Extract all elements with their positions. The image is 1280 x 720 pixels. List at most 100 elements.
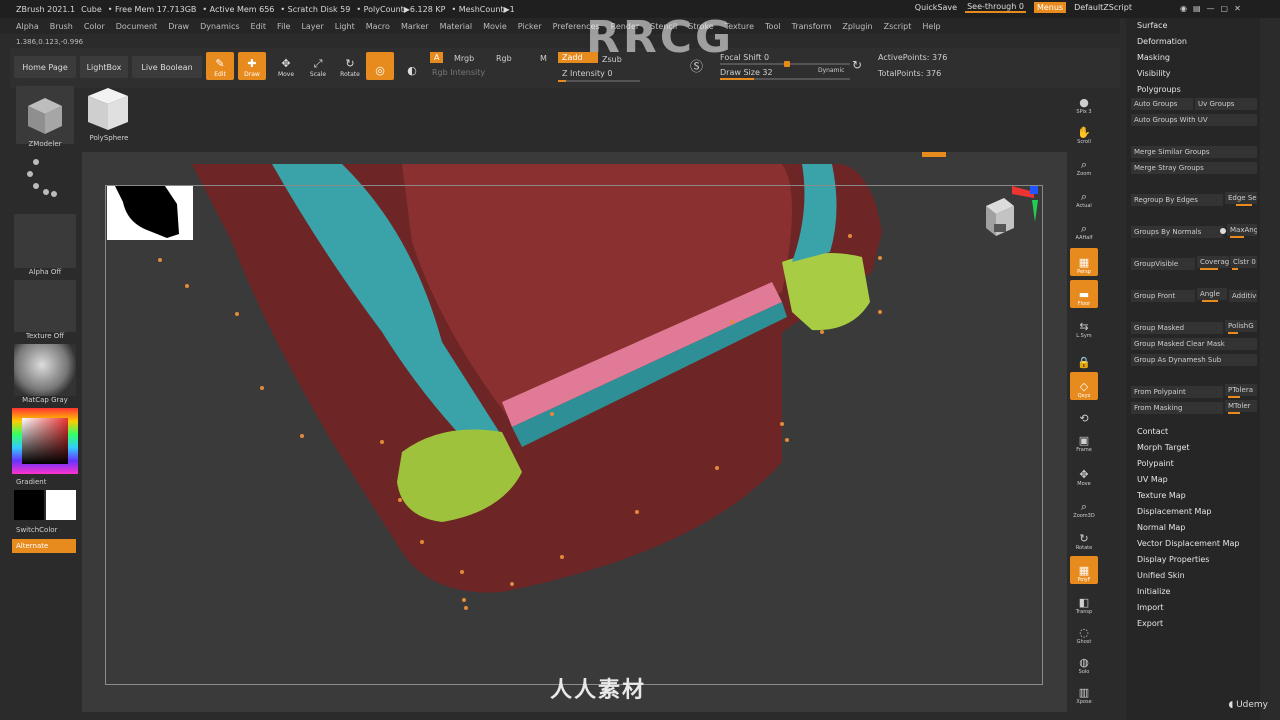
menu-picker[interactable]: Picker bbox=[518, 22, 542, 31]
shelf-button-solo[interactable]: ◍ Solo bbox=[1070, 648, 1098, 676]
switchcolor-label[interactable]: SwitchColor bbox=[10, 526, 72, 534]
shelf-button-scroll[interactable]: ✋ Scroll bbox=[1070, 118, 1098, 146]
z-intensity-slider[interactable]: Z Intensity 0 bbox=[562, 69, 612, 78]
uv-groups-button[interactable]: Uv Groups bbox=[1195, 98, 1257, 110]
material-thumbnail[interactable]: ◐ bbox=[398, 52, 426, 80]
group-masked-button[interactable]: Group Masked bbox=[1131, 322, 1223, 334]
unified-skin-menu[interactable]: Unified Skin bbox=[1137, 571, 1185, 580]
menu-brush[interactable]: Brush bbox=[50, 22, 73, 31]
displacement-map-menu[interactable]: Displacement Map bbox=[1137, 507, 1211, 516]
normal-map-menu[interactable]: Normal Map bbox=[1137, 523, 1185, 532]
maximize-icon[interactable]: ▢ bbox=[1221, 4, 1229, 13]
menu-marker[interactable]: Marker bbox=[401, 22, 429, 31]
shelf-button-polyf[interactable]: ▦ PolyF bbox=[1070, 556, 1098, 584]
live-boolean-button[interactable]: Live Boolean bbox=[132, 56, 202, 78]
edge-sensitivity-slider[interactable]: Edge Se bbox=[1225, 192, 1257, 204]
groups-by-normals-button[interactable]: Groups By Normals bbox=[1131, 226, 1223, 238]
menu-edit[interactable]: Edit bbox=[251, 22, 267, 31]
move-button[interactable]: ✥ Move bbox=[272, 52, 300, 80]
color-picker[interactable] bbox=[12, 408, 78, 474]
masking-menu[interactable]: Masking bbox=[1137, 53, 1170, 62]
shelf-button-qxyz[interactable]: ◇ Qxyz bbox=[1070, 372, 1098, 400]
shelf-button-transp[interactable]: ◧ Transp bbox=[1070, 588, 1098, 616]
secondary-color-swatch[interactable] bbox=[46, 490, 76, 520]
main-color-swatch[interactable] bbox=[14, 490, 44, 520]
visibility-menu[interactable]: Visibility bbox=[1137, 69, 1171, 78]
menu-draw[interactable]: Draw bbox=[168, 22, 189, 31]
layout-icon[interactable]: ▤ bbox=[1193, 4, 1201, 13]
shelf-button-persp[interactable]: ▦ Persp bbox=[1070, 248, 1098, 276]
from-polypaint-button[interactable]: From Polypaint bbox=[1131, 386, 1223, 398]
sculptris-icon[interactable]: ↻ bbox=[852, 58, 862, 72]
shelf-button-zoom[interactable]: ⌕ Zoom bbox=[1070, 150, 1098, 178]
shelf-button-zoom3d[interactable]: ⌕ Zoom3D bbox=[1070, 492, 1098, 520]
menu-material[interactable]: Material bbox=[440, 22, 473, 31]
menu-zplugin[interactable]: Zplugin bbox=[842, 22, 872, 31]
menus-button[interactable]: Menus bbox=[1033, 2, 1067, 13]
regroup-by-edges-button[interactable]: Regroup By Edges bbox=[1131, 194, 1223, 206]
group-as-dynamesh-sub-button[interactable]: Group As Dynamesh Sub bbox=[1131, 354, 1257, 366]
shelf-button-item-8[interactable]: 🔒 bbox=[1070, 342, 1098, 370]
shelf-button-frame[interactable]: ▣ Frame bbox=[1070, 426, 1098, 454]
display-properties-menu[interactable]: Display Properties bbox=[1137, 555, 1209, 564]
shelf-button-l-sym[interactable]: ⇆ L.Sym bbox=[1070, 312, 1098, 340]
focal-shift-track[interactable] bbox=[720, 61, 850, 67]
dynamic-toggle[interactable]: Dynamic bbox=[818, 67, 844, 74]
navigation-thumbnail[interactable] bbox=[107, 186, 193, 240]
axis-gizmo-icon[interactable] bbox=[972, 184, 1042, 254]
max-angle-slider[interactable]: MaxAng bbox=[1227, 224, 1257, 236]
see-through-slider[interactable]: See-through 0 bbox=[965, 2, 1026, 13]
quicksave-button[interactable]: QuickSave bbox=[915, 3, 957, 12]
home-page-button[interactable]: Home Page bbox=[14, 56, 76, 78]
alpha-slot[interactable] bbox=[14, 214, 76, 268]
close-icon[interactable]: ✕ bbox=[1234, 4, 1241, 13]
polypaint-tolerance-slider[interactable]: PTolera bbox=[1225, 384, 1257, 396]
draw-size-track[interactable] bbox=[720, 78, 850, 80]
shelf-button-item-10[interactable]: ⟲ bbox=[1070, 398, 1098, 426]
scale-button[interactable]: ⤢ Scale bbox=[304, 52, 332, 80]
vector-displacement-map-menu[interactable]: Vector Displacement Map bbox=[1137, 539, 1239, 548]
menu-file[interactable]: File bbox=[277, 22, 290, 31]
merge-similar-groups-button[interactable]: Merge Similar Groups bbox=[1131, 146, 1257, 158]
alternate-button[interactable]: Alternate bbox=[12, 539, 76, 553]
deformation-menu[interactable]: Deformation bbox=[1137, 37, 1187, 46]
shelf-button-aahalf[interactable]: ⌕ AAHalf bbox=[1070, 214, 1098, 242]
shelf-button-move[interactable]: ✥ Move bbox=[1070, 460, 1098, 488]
menu-tool[interactable]: Tool bbox=[765, 22, 781, 31]
a-toggle[interactable]: A bbox=[430, 52, 444, 63]
merge-stray-groups-button[interactable]: Merge Stray Groups bbox=[1131, 162, 1257, 174]
menu-color[interactable]: Color bbox=[84, 22, 105, 31]
texture-slot[interactable] bbox=[14, 280, 76, 332]
menu-zscript[interactable]: Zscript bbox=[884, 22, 912, 31]
shelf-button-actual[interactable]: ⌕ Actual bbox=[1070, 182, 1098, 210]
mask-tolerance-slider[interactable]: MToler bbox=[1225, 400, 1257, 412]
cluster-slider[interactable]: Clstr 0 bbox=[1230, 256, 1257, 268]
menu-transform[interactable]: Transform bbox=[792, 22, 832, 31]
canvas-viewport[interactable] bbox=[82, 152, 1067, 712]
z-intensity-track[interactable] bbox=[558, 80, 640, 82]
rgb-toggle[interactable]: Rgb bbox=[496, 54, 512, 63]
texture-map-menu[interactable]: Texture Map bbox=[1137, 491, 1186, 500]
menu-light[interactable]: Light bbox=[335, 22, 355, 31]
draw-button[interactable]: ✚ Draw bbox=[238, 52, 266, 80]
polygroups-menu[interactable]: Polygroups bbox=[1137, 85, 1181, 94]
export-menu[interactable]: Export bbox=[1137, 619, 1163, 628]
shelf-button-spix-3[interactable]: ● SPix 3 bbox=[1070, 88, 1098, 116]
zmodeler-brush-tile[interactable] bbox=[16, 86, 74, 144]
menu-help[interactable]: Help bbox=[922, 22, 940, 31]
polysphere-tile[interactable] bbox=[84, 86, 132, 132]
additive-toggle[interactable]: Additive bbox=[1229, 290, 1257, 302]
brush-thumbnail[interactable]: ◎ bbox=[366, 52, 394, 80]
default-zscript-button[interactable]: DefaultZScript bbox=[1074, 3, 1132, 12]
polish-groups-slider[interactable]: PolishG bbox=[1225, 320, 1257, 332]
rotate-button[interactable]: ↻ Rotate bbox=[336, 52, 364, 80]
coverage-slider[interactable]: Coverag bbox=[1197, 256, 1229, 268]
shelf-button-xpose[interactable]: ▥ Xpose bbox=[1070, 678, 1098, 706]
menu-document[interactable]: Document bbox=[116, 22, 157, 31]
angle-slider[interactable]: Angle bbox=[1197, 288, 1227, 300]
contact-menu[interactable]: Contact bbox=[1137, 427, 1168, 436]
group-front-button[interactable]: Group Front bbox=[1131, 290, 1195, 302]
help-icon[interactable]: ◉ bbox=[1180, 4, 1187, 13]
minimize-icon[interactable]: — bbox=[1207, 4, 1215, 13]
group-masked-clear-mask-button[interactable]: Group Masked Clear Mask bbox=[1131, 338, 1257, 350]
